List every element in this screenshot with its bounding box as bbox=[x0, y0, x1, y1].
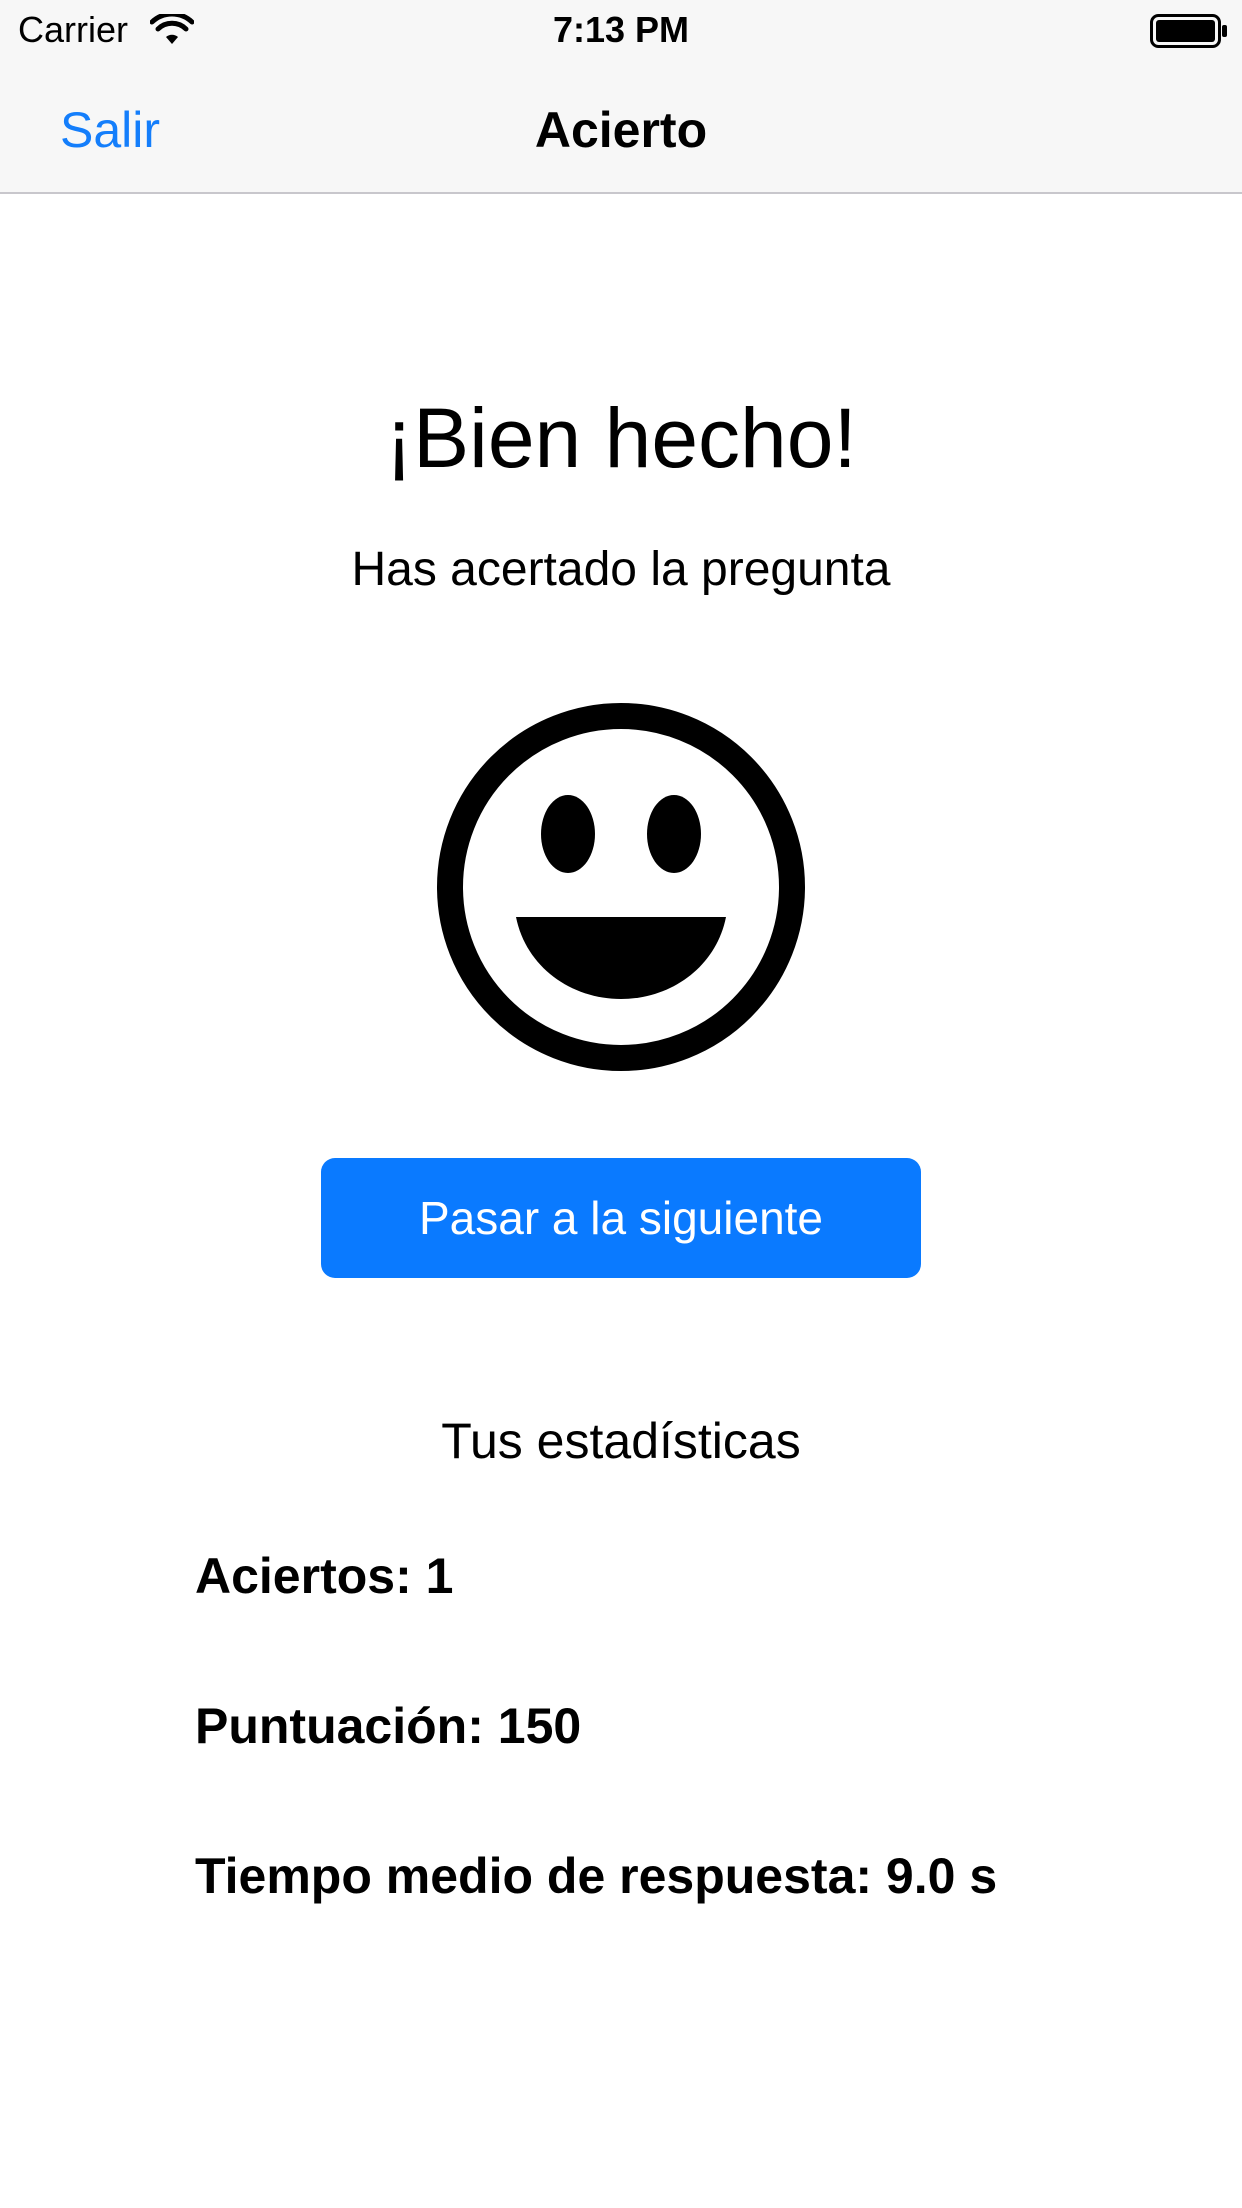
next-question-button[interactable]: Pasar a la siguiente bbox=[321, 1158, 921, 1278]
stats-title: Tus estadísticas bbox=[441, 1413, 801, 1469]
stat-score: Puntuación: 150 bbox=[195, 1698, 582, 1754]
battery-icon bbox=[1150, 14, 1227, 48]
stat-average-response-time: Tiempo medio de respuesta: 9.0 s bbox=[195, 1848, 998, 1904]
result-subtitle: Has acertado la pregunta bbox=[351, 543, 891, 596]
navigation-bar: Salir Acierto bbox=[0, 60, 1242, 194]
nav-title: Acierto bbox=[534, 102, 708, 158]
stat-correct-answers: Aciertos: 1 bbox=[195, 1548, 454, 1604]
result-screen: Carrier 7:13 PM Salir Acierto ¡Bien hech… bbox=[0, 0, 1242, 2208]
status-bar: Carrier 7:13 PM bbox=[0, 0, 1242, 60]
status-time: 7:13 PM bbox=[552, 9, 690, 50]
smiley-face-icon bbox=[437, 703, 805, 1071]
result-headline: ¡Bien hecho! bbox=[385, 391, 857, 485]
